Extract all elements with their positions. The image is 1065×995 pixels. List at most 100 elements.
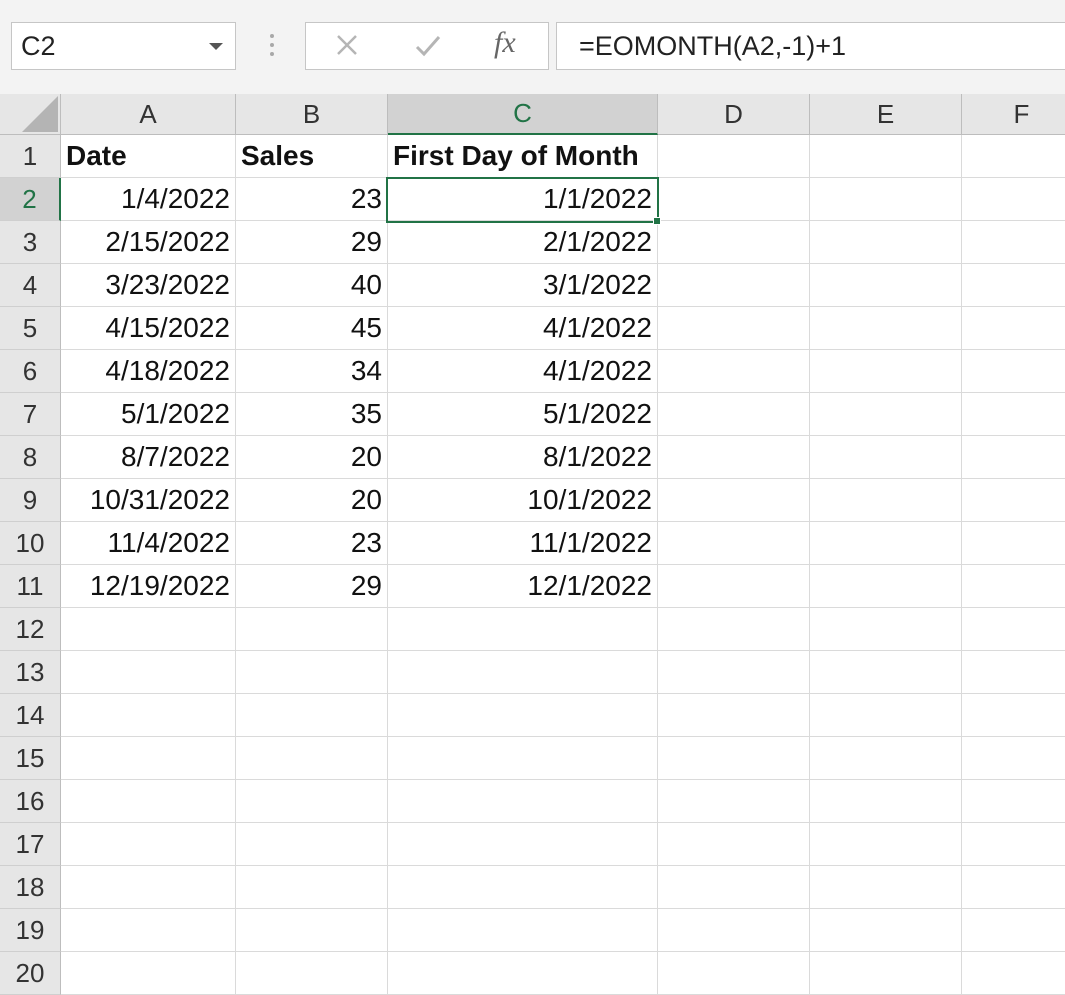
- row-header-6[interactable]: 6: [0, 350, 61, 393]
- cell-e1[interactable]: [810, 135, 962, 178]
- cell-f19[interactable]: [962, 909, 1065, 952]
- row-header-10[interactable]: 10: [0, 522, 61, 565]
- cell-a18[interactable]: [61, 866, 236, 909]
- row-header-4[interactable]: 4: [0, 264, 61, 307]
- cell-d3[interactable]: [658, 221, 810, 264]
- cell-f17[interactable]: [962, 823, 1065, 866]
- row-header-13[interactable]: 13: [0, 651, 61, 694]
- cell-a15[interactable]: [61, 737, 236, 780]
- worksheet-grid[interactable]: A B C D E F 1 Date Sales First Day of Month 2 1/4/2…: [0, 94, 1065, 995]
- cell-b6[interactable]: 34: [236, 350, 388, 393]
- cell-d17[interactable]: [658, 823, 810, 866]
- cell-f18[interactable]: [962, 866, 1065, 909]
- cell-b9[interactable]: 20: [236, 479, 388, 522]
- cell-c15[interactable]: [388, 737, 658, 780]
- cell-e4[interactable]: [810, 264, 962, 307]
- row-header-19[interactable]: 19: [0, 909, 61, 952]
- column-header-b[interactable]: B: [236, 94, 388, 135]
- cell-e13[interactable]: [810, 651, 962, 694]
- cell-e7[interactable]: [810, 393, 962, 436]
- cell-a8[interactable]: 8/7/2022: [61, 436, 236, 479]
- cell-c4[interactable]: 3/1/2022: [388, 264, 658, 307]
- cell-f6[interactable]: [962, 350, 1065, 393]
- cell-b17[interactable]: [236, 823, 388, 866]
- cell-e12[interactable]: [810, 608, 962, 651]
- row-header-14[interactable]: 14: [0, 694, 61, 737]
- cell-e17[interactable]: [810, 823, 962, 866]
- column-header-c[interactable]: C: [388, 94, 658, 135]
- cell-d12[interactable]: [658, 608, 810, 651]
- cell-d1[interactable]: [658, 135, 810, 178]
- cell-e19[interactable]: [810, 909, 962, 952]
- cell-b13[interactable]: [236, 651, 388, 694]
- cell-b12[interactable]: [236, 608, 388, 651]
- cell-b7[interactable]: 35: [236, 393, 388, 436]
- cell-b18[interactable]: [236, 866, 388, 909]
- cell-e14[interactable]: [810, 694, 962, 737]
- select-all-button[interactable]: [0, 94, 61, 135]
- cell-c5[interactable]: 4/1/2022: [388, 307, 658, 350]
- cell-a14[interactable]: [61, 694, 236, 737]
- row-header-1[interactable]: 1: [0, 135, 61, 178]
- row-header-11[interactable]: 11: [0, 565, 61, 608]
- cell-d2[interactable]: [658, 178, 810, 221]
- cell-f10[interactable]: [962, 522, 1065, 565]
- cell-e8[interactable]: [810, 436, 962, 479]
- cell-b8[interactable]: 20: [236, 436, 388, 479]
- cell-b2[interactable]: 23: [236, 178, 388, 221]
- cell-a5[interactable]: 4/15/2022: [61, 307, 236, 350]
- cell-e2[interactable]: [810, 178, 962, 221]
- row-header-18[interactable]: 18: [0, 866, 61, 909]
- cell-b1[interactable]: Sales: [236, 135, 388, 178]
- row-header-8[interactable]: 8: [0, 436, 61, 479]
- cell-c2[interactable]: 1/1/2022: [388, 178, 658, 221]
- cell-f11[interactable]: [962, 565, 1065, 608]
- cell-f20[interactable]: [962, 952, 1065, 995]
- cell-f15[interactable]: [962, 737, 1065, 780]
- cell-b15[interactable]: [236, 737, 388, 780]
- row-header-7[interactable]: 7: [0, 393, 61, 436]
- cell-b14[interactable]: [236, 694, 388, 737]
- cell-b10[interactable]: 23: [236, 522, 388, 565]
- drag-handle-icon[interactable]: [262, 30, 282, 60]
- column-header-d[interactable]: D: [658, 94, 810, 135]
- cell-d18[interactable]: [658, 866, 810, 909]
- cell-e20[interactable]: [810, 952, 962, 995]
- row-header-9[interactable]: 9: [0, 479, 61, 522]
- row-header-15[interactable]: 15: [0, 737, 61, 780]
- cell-a4[interactable]: 3/23/2022: [61, 264, 236, 307]
- name-box[interactable]: C2: [11, 22, 236, 70]
- cell-a1[interactable]: Date: [61, 135, 236, 178]
- chevron-down-icon[interactable]: [209, 43, 223, 50]
- cell-f7[interactable]: [962, 393, 1065, 436]
- cell-c6[interactable]: 4/1/2022: [388, 350, 658, 393]
- cell-a2[interactable]: 1/4/2022: [61, 178, 236, 221]
- cell-c9[interactable]: 10/1/2022: [388, 479, 658, 522]
- cell-f14[interactable]: [962, 694, 1065, 737]
- cell-b16[interactable]: [236, 780, 388, 823]
- fill-handle[interactable]: [653, 217, 661, 225]
- row-header-12[interactable]: 12: [0, 608, 61, 651]
- cell-a20[interactable]: [61, 952, 236, 995]
- cell-d14[interactable]: [658, 694, 810, 737]
- cell-d11[interactable]: [658, 565, 810, 608]
- row-header-2[interactable]: 2: [0, 178, 61, 221]
- cell-b3[interactable]: 29: [236, 221, 388, 264]
- cell-d19[interactable]: [658, 909, 810, 952]
- cell-a19[interactable]: [61, 909, 236, 952]
- row-header-20[interactable]: 20: [0, 952, 61, 995]
- cell-c16[interactable]: [388, 780, 658, 823]
- cell-d7[interactable]: [658, 393, 810, 436]
- column-header-f[interactable]: F: [962, 94, 1065, 135]
- cell-c18[interactable]: [388, 866, 658, 909]
- cell-e5[interactable]: [810, 307, 962, 350]
- cell-c13[interactable]: [388, 651, 658, 694]
- row-header-16[interactable]: 16: [0, 780, 61, 823]
- cell-a17[interactable]: [61, 823, 236, 866]
- cell-d5[interactable]: [658, 307, 810, 350]
- cell-f5[interactable]: [962, 307, 1065, 350]
- cell-d16[interactable]: [658, 780, 810, 823]
- cell-a13[interactable]: [61, 651, 236, 694]
- cell-c8[interactable]: 8/1/2022: [388, 436, 658, 479]
- cell-a10[interactable]: 11/4/2022: [61, 522, 236, 565]
